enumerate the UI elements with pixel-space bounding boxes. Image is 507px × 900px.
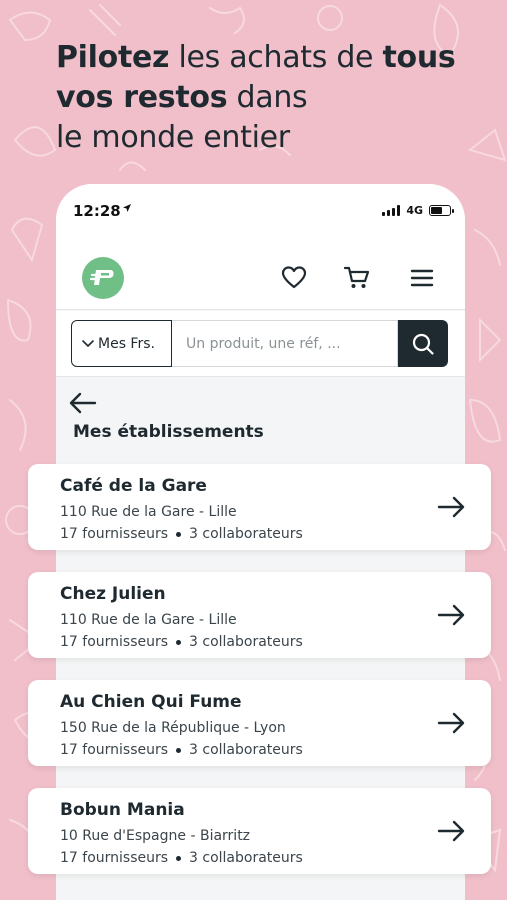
establishment-address: 110 Rue de la Gare - Lille [60, 612, 237, 628]
supplier-filter-label: Mes Frs. [98, 335, 155, 352]
headline-text-1: les achats de [169, 40, 383, 75]
search-input[interactable] [172, 320, 398, 367]
separator-dot [176, 747, 182, 753]
headline-bold-1: Pilotez [56, 40, 170, 75]
status-bar: 12:28 4G [56, 184, 465, 242]
establishment-address: 110 Rue de la Gare - Lille [60, 504, 237, 520]
heart-icon[interactable] [278, 262, 310, 294]
establishment-card[interactable]: Bobun Mania 10 Rue d'Espagne - Biarritz … [28, 788, 491, 874]
cart-icon[interactable] [341, 262, 373, 294]
chevron-down-icon [82, 339, 94, 347]
establishment-address: 150 Rue de la République - Lyon [60, 720, 286, 736]
headline-bold-3: vos restos [56, 80, 228, 115]
establishment-card[interactable]: Au Chien Qui Fume 150 Rue de la Républiq… [28, 680, 491, 766]
back-arrow-icon[interactable] [68, 390, 98, 416]
promo-headline: Pilotez les achats de tous vos restos da… [56, 38, 476, 158]
arrow-right-icon [437, 712, 465, 734]
separator-dot [176, 855, 182, 861]
search-icon [412, 333, 434, 355]
establishment-meta: 17 fournisseurs 3 collaborateurs [60, 634, 303, 650]
headline-bold-2: tous [382, 40, 456, 75]
separator-dot [176, 639, 182, 645]
battery-icon [429, 205, 454, 216]
status-time: 12:28 [73, 202, 121, 220]
search-bar: Mes Frs. [56, 311, 465, 377]
headline-text-3: le monde entier [56, 120, 290, 155]
signal-icon [382, 205, 401, 216]
arrow-right-icon [437, 604, 465, 626]
app-header [56, 242, 465, 310]
establishment-name: Bobun Mania [60, 800, 185, 820]
separator-dot [176, 531, 182, 537]
location-arrow-icon [122, 203, 132, 216]
page-title: Mes établissements [73, 422, 264, 442]
arrow-right-icon [437, 820, 465, 842]
establishment-name: Café de la Gare [60, 476, 207, 496]
establishment-meta: 17 fournisseurs 3 collaborateurs [60, 742, 303, 758]
supplier-count: 17 fournisseurs [60, 634, 169, 650]
supplier-count: 17 fournisseurs [60, 526, 169, 542]
establishment-meta: 17 fournisseurs 3 collaborateurs [60, 526, 303, 542]
collaborator-count: 3 collaborateurs [189, 634, 303, 650]
supplier-count: 17 fournisseurs [60, 742, 169, 758]
supplier-filter-dropdown[interactable]: Mes Frs. [71, 320, 172, 367]
supplier-count: 17 fournisseurs [60, 850, 169, 866]
establishment-name: Chez Julien [60, 584, 166, 604]
collaborator-count: 3 collaborateurs [189, 526, 303, 542]
establishment-card[interactable]: Chez Julien 110 Rue de la Gare - Lille 1… [28, 572, 491, 658]
collaborator-count: 3 collaborateurs [189, 742, 303, 758]
arrow-right-icon [437, 496, 465, 518]
app-logo-icon[interactable] [82, 257, 124, 299]
search-button[interactable] [398, 320, 448, 367]
establishment-meta: 17 fournisseurs 3 collaborateurs [60, 850, 303, 866]
establishment-address: 10 Rue d'Espagne - Biarritz [60, 828, 251, 844]
menu-icon[interactable] [406, 262, 438, 294]
establishment-name: Au Chien Qui Fume [60, 692, 242, 712]
network-label: 4G [406, 204, 423, 217]
establishment-card[interactable]: Café de la Gare 110 Rue de la Gare - Lil… [28, 464, 491, 550]
headline-text-2: dans [227, 80, 308, 115]
collaborator-count: 3 collaborateurs [189, 850, 303, 866]
